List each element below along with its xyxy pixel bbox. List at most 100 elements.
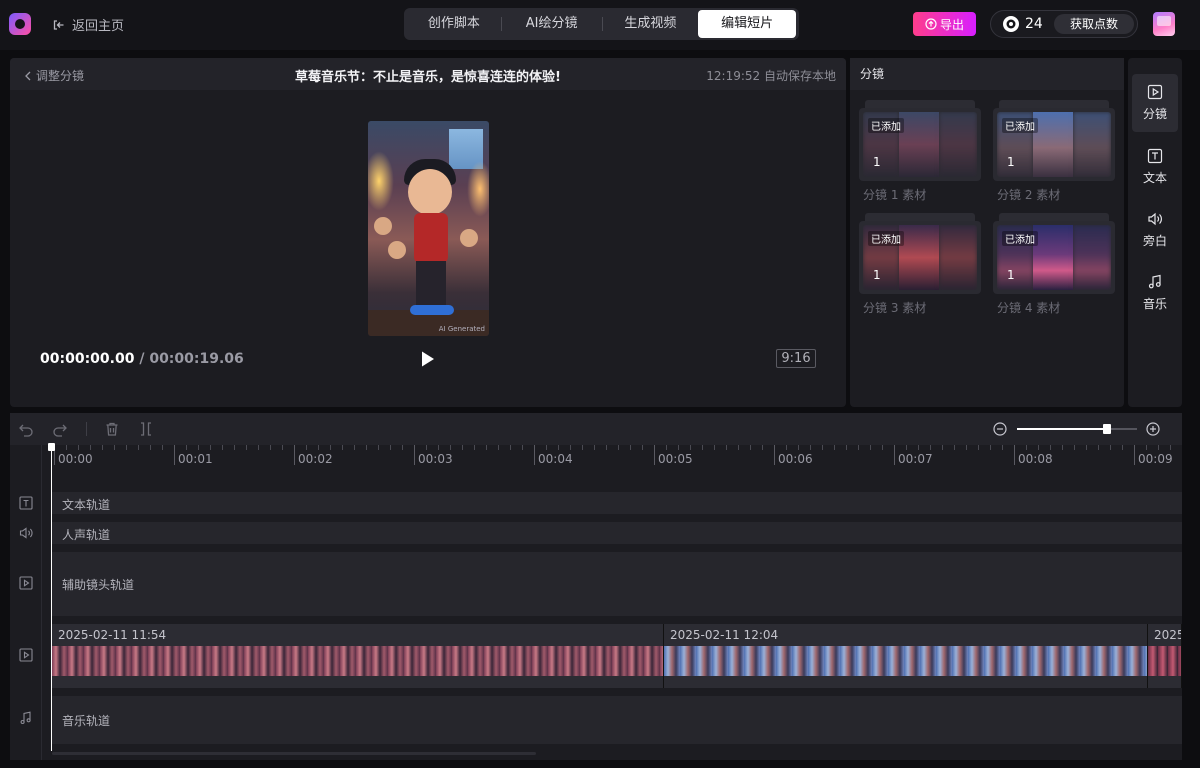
- ruler-minor-tick: [1170, 445, 1171, 450]
- clip-filmstrip: [52, 646, 663, 676]
- ruler-minor-tick: [750, 445, 751, 450]
- tab-edit-short[interactable]: 编辑短片: [698, 10, 797, 38]
- aux-shot-track[interactable]: 辅助镜头轨道: [52, 552, 1182, 616]
- ruler-minor-tick: [870, 445, 871, 450]
- storyboard-thumbnail: [1033, 225, 1073, 290]
- ruler-minor-tick: [1122, 445, 1123, 450]
- text-track[interactable]: 文本轨道: [52, 492, 1182, 514]
- zoom-out-icon[interactable]: [993, 422, 1007, 436]
- export-button[interactable]: 导出: [913, 12, 976, 36]
- ruler-minor-tick: [330, 445, 331, 450]
- buy-points-button[interactable]: 获取点数: [1054, 14, 1134, 34]
- clip-date: 2025-02-11 11:54: [58, 628, 167, 642]
- storyboard-label: 分镜 1 素材: [863, 188, 927, 202]
- video-clip[interactable]: 2025-02-11 12:14: [1148, 624, 1182, 688]
- sidebar-item-storyboard[interactable]: 分镜: [1132, 74, 1178, 132]
- ruler-minor-tick: [1158, 445, 1159, 450]
- zoom-slider[interactable]: [1017, 424, 1137, 434]
- speaker-icon: [19, 527, 33, 539]
- ruler-minor-tick: [618, 445, 619, 450]
- aspect-ratio-button[interactable]: 9:16: [776, 349, 816, 368]
- exit-arrow-icon: [53, 19, 64, 30]
- ruler-minor-tick: [222, 445, 223, 450]
- ruler-major-tick: [1134, 445, 1135, 465]
- tab-ai-storyboard[interactable]: AI绘分镜: [502, 10, 602, 38]
- clip-date: 2025-02-11 12:04: [670, 628, 779, 642]
- top-bar: 返回主页 创作脚本 AI绘分镜 生成视频 编辑短片 导出 24 获取点数: [0, 0, 1200, 50]
- sidebar-item-music[interactable]: 音乐: [1132, 264, 1178, 322]
- redo-icon[interactable]: [52, 421, 68, 437]
- ruler-minor-tick: [378, 445, 379, 450]
- total-time: 00:00:19.06: [149, 351, 244, 367]
- storyboard-thumbnail: [899, 112, 939, 177]
- export-label: 导出: [939, 17, 964, 32]
- video-clip[interactable]: 2025-02-11 11:54: [52, 624, 664, 688]
- storyboard-thumbnail: [1033, 112, 1073, 177]
- ruler-minor-tick: [738, 445, 739, 450]
- play-square-icon: [1147, 84, 1163, 100]
- video-preview[interactable]: AI Generated: [368, 121, 489, 336]
- tab-script[interactable]: 创作脚本: [407, 10, 501, 38]
- ruler-minor-tick: [258, 445, 259, 450]
- ruler-tick-label: 00:06: [778, 452, 813, 466]
- zoom-slider-handle[interactable]: [1103, 424, 1111, 434]
- ruler-major-tick: [534, 445, 535, 465]
- undo-icon[interactable]: [18, 421, 34, 437]
- ruler-minor-tick: [678, 445, 679, 450]
- voice-track[interactable]: 人声轨道: [52, 522, 1182, 544]
- ruler-minor-tick: [954, 445, 955, 450]
- music-track[interactable]: 音乐轨道: [52, 696, 1182, 744]
- ruler-minor-tick: [558, 445, 559, 450]
- sidebar-item-text[interactable]: 文本: [1132, 138, 1178, 196]
- ruler-tick-label: 00:05: [658, 452, 693, 466]
- ruler-major-tick: [174, 445, 175, 465]
- ruler-minor-tick: [990, 445, 991, 450]
- ruler-tick-label: 00:02: [298, 452, 333, 466]
- ruler-minor-tick: [834, 445, 835, 450]
- ruler-minor-tick: [126, 445, 127, 450]
- clip-filmstrip: [1148, 646, 1181, 676]
- timeline-scrollbar[interactable]: [52, 752, 536, 755]
- ruler-minor-tick: [510, 445, 511, 450]
- ruler-tick-label: 00:01: [178, 452, 213, 466]
- tab-generate-video[interactable]: 生成视频: [603, 10, 699, 38]
- time-ruler[interactable]: 00:00 00:01 00:02 00:03 00:04 00:05 00:06 00:07…: [52, 445, 1182, 467]
- app-logo: [9, 13, 31, 35]
- added-badge: 已添加: [868, 231, 904, 246]
- play-square-icon: [19, 576, 33, 590]
- timeline-toolbar: [10, 413, 1182, 445]
- ruler-minor-tick: [570, 445, 571, 450]
- ruler-minor-tick: [186, 445, 187, 450]
- ruler-minor-tick: [210, 445, 211, 450]
- sidebar-item-narration[interactable]: 旁白: [1132, 201, 1178, 259]
- ruler-minor-tick: [546, 445, 547, 450]
- ruler-minor-tick: [402, 445, 403, 450]
- track-label: 人声轨道: [62, 528, 111, 542]
- sidebar-item-label: 音乐: [1142, 297, 1167, 311]
- trash-icon[interactable]: [104, 421, 120, 437]
- ruler-major-tick: [654, 445, 655, 465]
- ruler-minor-tick: [942, 445, 943, 450]
- sidebar-item-label: 文本: [1142, 171, 1167, 185]
- timeline-panel: 00:00 00:01 00:02 00:03 00:04 00:05 00:06 00:07…: [10, 413, 1182, 760]
- sidebar-item-label: 旁白: [1142, 234, 1167, 248]
- preview-panel: 调整分镜 草莓音乐节：不止是音乐，是惊喜连连的体验! 12:19:52 自动保存…: [10, 58, 846, 407]
- added-badge: 已添加: [1002, 231, 1038, 246]
- split-icon[interactable]: [138, 421, 154, 437]
- ruler-minor-tick: [354, 445, 355, 450]
- playhead[interactable]: [51, 446, 52, 751]
- play-icon[interactable]: [420, 350, 436, 368]
- back-home-button[interactable]: 返回主页: [52, 15, 124, 34]
- ruler-minor-tick: [498, 445, 499, 450]
- ruler-minor-tick: [1062, 445, 1063, 450]
- zoom-in-icon[interactable]: [1146, 422, 1160, 436]
- avatar[interactable]: [1153, 12, 1175, 36]
- ruler-minor-tick: [342, 445, 343, 450]
- ruler-minor-tick: [858, 445, 859, 450]
- tool-sidebar: 分镜 文本 旁白 音乐: [1128, 58, 1182, 407]
- clip-filmstrip: [664, 646, 1147, 676]
- video-clip[interactable]: 2025-02-11 12:04: [664, 624, 1148, 688]
- music-note-icon: [20, 711, 31, 725]
- ruler-minor-tick: [690, 445, 691, 450]
- storyboard-thumbnail: [899, 225, 939, 290]
